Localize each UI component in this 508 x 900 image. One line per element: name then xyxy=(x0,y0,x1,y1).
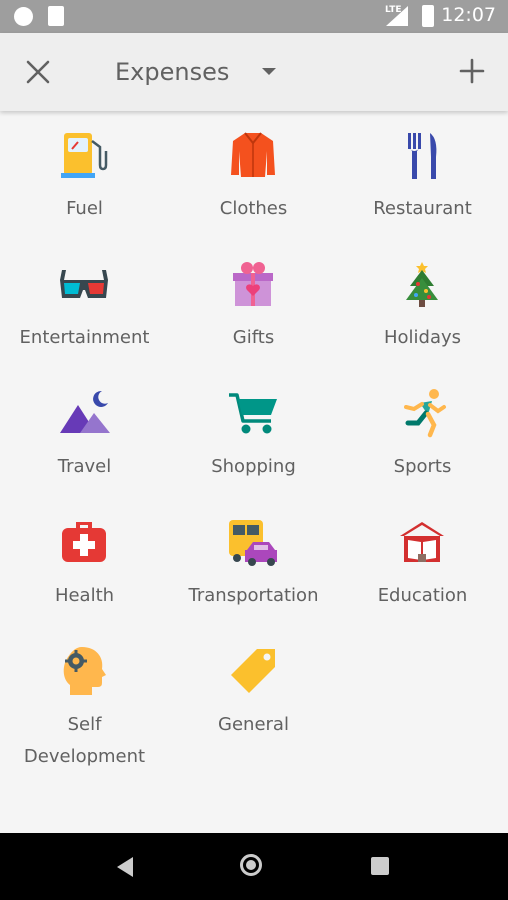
category-label: Fuel xyxy=(66,198,103,219)
chevron-down-icon[interactable] xyxy=(262,68,276,75)
category-label: Clothes xyxy=(219,198,288,219)
recent-apps-icon[interactable] xyxy=(371,857,389,875)
category-education[interactable]: Education xyxy=(338,516,507,626)
category-label: Travel xyxy=(57,456,112,477)
category-shopping[interactable]: Shopping xyxy=(169,387,338,497)
home-icon[interactable] xyxy=(240,854,262,876)
battery-icon xyxy=(422,5,434,27)
notification-dot-icon xyxy=(14,7,33,26)
category-travel[interactable]: Travel xyxy=(0,387,169,497)
category-holidays[interactable]: Holidays xyxy=(338,258,507,368)
category-transportation[interactable]: Transportation xyxy=(169,516,338,626)
status-time: 12:07 xyxy=(441,4,496,26)
category-general[interactable]: General xyxy=(169,645,338,755)
category-restaurant[interactable]: Restaurant xyxy=(338,129,507,239)
navigation-bar xyxy=(0,833,508,900)
category-clothes[interactable]: Clothes xyxy=(169,129,338,239)
category-label: Entertainment xyxy=(19,327,150,348)
category-fuel[interactable]: Fuel xyxy=(0,129,169,239)
category-label: Shopping xyxy=(211,456,296,477)
category-label: Transportation xyxy=(188,585,319,606)
school-book-icon xyxy=(400,522,444,562)
category-label: General xyxy=(218,714,289,735)
head-gear-icon xyxy=(63,647,106,695)
shopping-cart-icon xyxy=(229,393,277,434)
price-tag-icon xyxy=(231,649,275,693)
category-label: Education xyxy=(377,585,468,606)
runner-icon xyxy=(404,389,446,438)
christmas-tree-icon xyxy=(406,262,438,307)
category-health[interactable]: Health xyxy=(0,516,169,626)
category-label: Self Development xyxy=(23,714,146,767)
bus-car-icon xyxy=(229,520,277,566)
jacket-icon xyxy=(231,132,275,177)
add-icon[interactable] xyxy=(459,58,485,84)
sd-card-icon xyxy=(48,6,64,26)
mountains-moon-icon xyxy=(60,390,110,433)
category-sports[interactable]: Sports xyxy=(338,387,507,497)
category-self-development[interactable]: Self Development xyxy=(0,645,169,775)
3d-glasses-icon xyxy=(60,270,108,298)
category-gifts[interactable]: Gifts xyxy=(169,258,338,368)
category-label: Holidays xyxy=(383,327,462,348)
category-entertainment[interactable]: Entertainment xyxy=(0,258,169,368)
status-bar: LTE 12:07 xyxy=(0,0,508,33)
toolbar: Expenses xyxy=(0,33,508,111)
close-icon[interactable] xyxy=(24,58,52,86)
page-title[interactable]: Expenses xyxy=(115,58,229,86)
category-label: Restaurant xyxy=(373,198,472,219)
first-aid-icon xyxy=(62,522,106,562)
category-label: Sports xyxy=(393,456,452,477)
back-icon[interactable] xyxy=(117,857,133,877)
gift-box-icon xyxy=(233,262,273,306)
fork-knife-icon xyxy=(408,133,437,179)
category-label: Gifts xyxy=(232,327,275,348)
fuel-pump-icon xyxy=(61,133,108,178)
category-label: Health xyxy=(54,585,115,606)
network-type: LTE xyxy=(385,5,402,15)
